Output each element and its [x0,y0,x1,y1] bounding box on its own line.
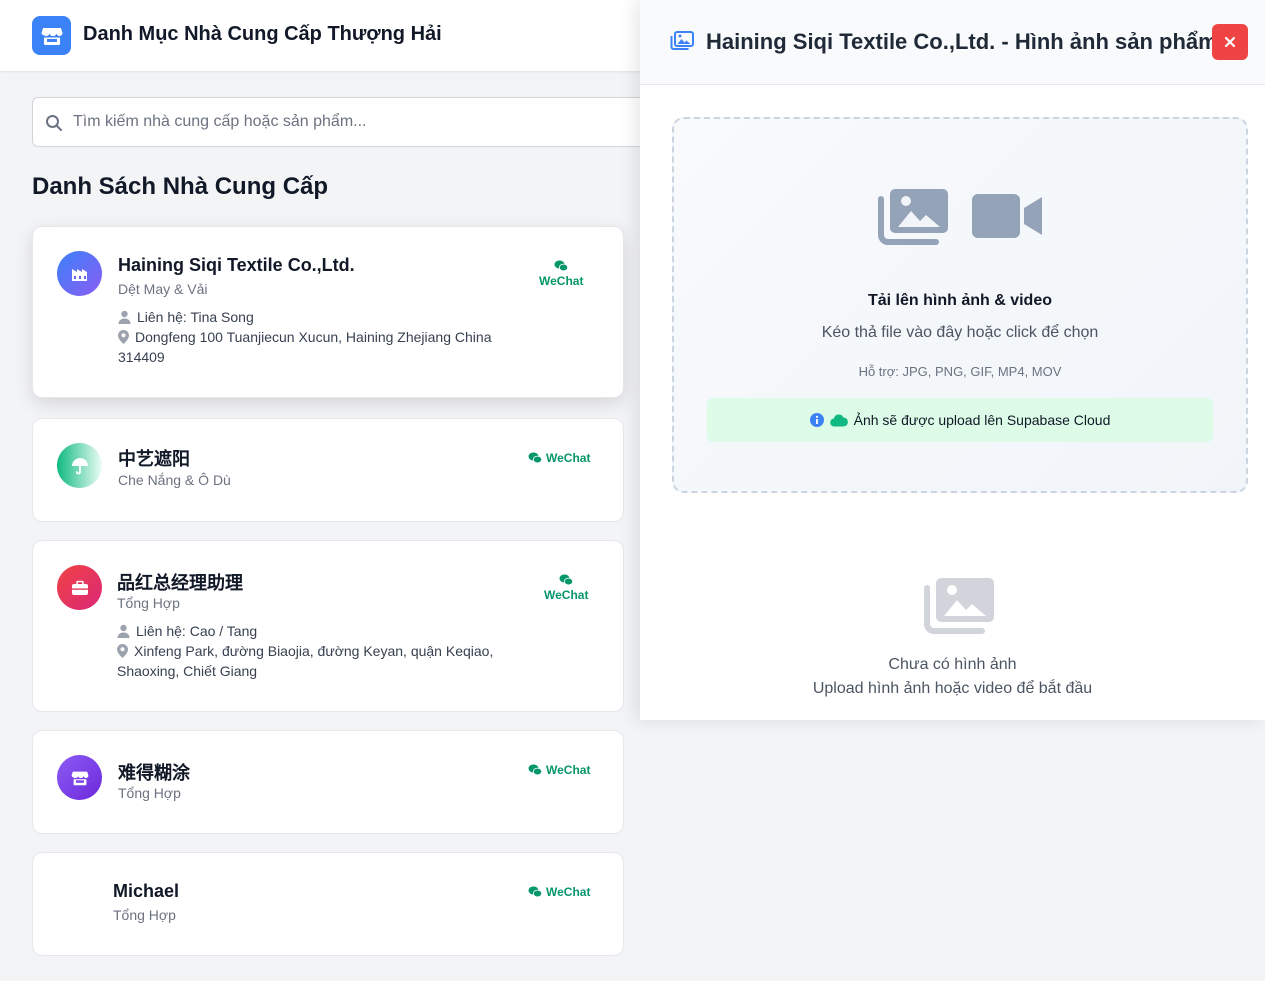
panel-title: Haining Siqi Textile Co.,Ltd. - Hình ảnh… [706,29,1218,54]
upload-notice: Ảnh sẽ được upload lên Supabase Cloud [707,398,1213,442]
wechat-button[interactable]: WeChat [539,260,583,288]
upload-formats: Hỗ trợ: JPG, PNG, GIF, MP4, MOV [858,364,1062,379]
supplier-name: 中艺遮阳 [118,449,190,469]
wechat-label: WeChat [546,451,591,465]
images-icon [878,189,948,245]
section-title: Danh Sách Nhà Cung Cấp [32,173,329,200]
supplier-name: 难得糊涂 [118,763,190,783]
supplier-category: Dệt May & Vải [118,281,208,297]
wechat-icon [528,452,542,464]
upload-icons [876,187,1044,245]
supplier-category: Tổng Hợp [113,907,176,923]
cloud-icon [829,413,848,427]
wechat-button[interactable]: WeChat [544,574,588,602]
address-text: Xinfeng Park, đường Biaojia, đường Keyan… [117,643,494,679]
supplier-category: Che Nắng & Ô Dù [118,472,231,488]
supplier-card[interactable]: Haining Siqi Textile Co.,Ltd. Dệt May & … [32,226,624,398]
app-title: Danh Mục Nhà Cung Cấp Thượng Hải [83,23,442,45]
supplier-name: Michael [113,881,180,901]
wechat-button[interactable]: WeChat [528,885,590,899]
empty-state-title: Chưa có hình ảnh [888,656,1017,673]
images-icon [670,31,694,56]
map-pin-icon [118,330,129,344]
images-icon [922,576,996,639]
supplier-category: Tổng Hợp [117,595,180,611]
supplier-category: Tổng Hợp [118,785,181,801]
upload-title: Tải lên hình ảnh & video [867,292,1052,309]
supplier-contact: Liên hệ: Tina Song [118,307,254,327]
wechat-label: WeChat [544,588,589,602]
image-panel: Haining Siqi Textile Co.,Ltd. - Hình ảnh… [640,0,1265,720]
address-text: Dongfeng 100 Tuanjiecun Xucun, Haining Z… [118,329,492,365]
close-icon [1224,36,1236,48]
panel-header: Haining Siqi Textile Co.,Ltd. - Hình ảnh… [640,0,1265,85]
supplier-card[interactable]: Michael Tổng Hợp WeChat [32,852,624,956]
search-box [32,97,672,147]
search-input[interactable] [73,98,653,146]
wechat-icon [554,260,569,272]
wechat-icon [528,764,542,776]
briefcase-icon [57,565,102,610]
video-icon [972,194,1042,238]
wechat-label: WeChat [546,763,591,777]
wechat-icon [559,574,574,586]
info-icon [809,413,824,427]
store-icon [32,16,71,55]
supplier-name: 品红总经理助理 [117,573,243,593]
user-icon [118,310,131,324]
supplier-address: Xinfeng Park, đường Biaojia, đường Keyan… [117,641,517,681]
search-icon [45,114,63,137]
supplier-address: Dongfeng 100 Tuanjiecun Xucun, Haining Z… [118,327,538,367]
map-pin-icon [117,644,128,658]
upload-subtitle: Kéo thả file vào đây hoặc click để chọn [821,324,1099,341]
notice-text: Ảnh sẽ được upload lên Supabase Cloud [853,412,1111,428]
supplier-name: Haining Siqi Textile Co.,Ltd. [118,255,355,275]
supplier-card[interactable]: 难得糊涂 Tổng Hợp WeChat [32,730,624,834]
close-button[interactable] [1212,24,1248,60]
user-icon [117,624,130,638]
wechat-button[interactable]: WeChat [528,763,590,777]
wechat-label: WeChat [539,274,584,288]
contact-text: Liên hệ: Tina Song [137,309,254,325]
wechat-button[interactable]: WeChat [528,451,590,465]
umbrella-icon [57,443,102,488]
contact-text: Liên hệ: Cao / Tang [136,623,258,639]
supplier-contact: Liên hệ: Cao / Tang [117,621,257,641]
factory-icon [57,251,102,296]
wechat-label: WeChat [546,885,591,899]
wechat-icon [528,886,542,898]
supplier-card[interactable]: 品红总经理助理 Tổng Hợp Liên hệ: Cao / Tang Xin… [32,540,624,712]
store-icon [57,755,102,800]
empty-state-subtitle: Upload hình ảnh hoặc video để bắt đầu [812,680,1093,697]
upload-dropzone[interactable]: Tải lên hình ảnh & video Kéo thả file và… [672,117,1248,493]
supplier-card[interactable]: 中艺遮阳 Che Nắng & Ô Dù WeChat [32,418,624,522]
